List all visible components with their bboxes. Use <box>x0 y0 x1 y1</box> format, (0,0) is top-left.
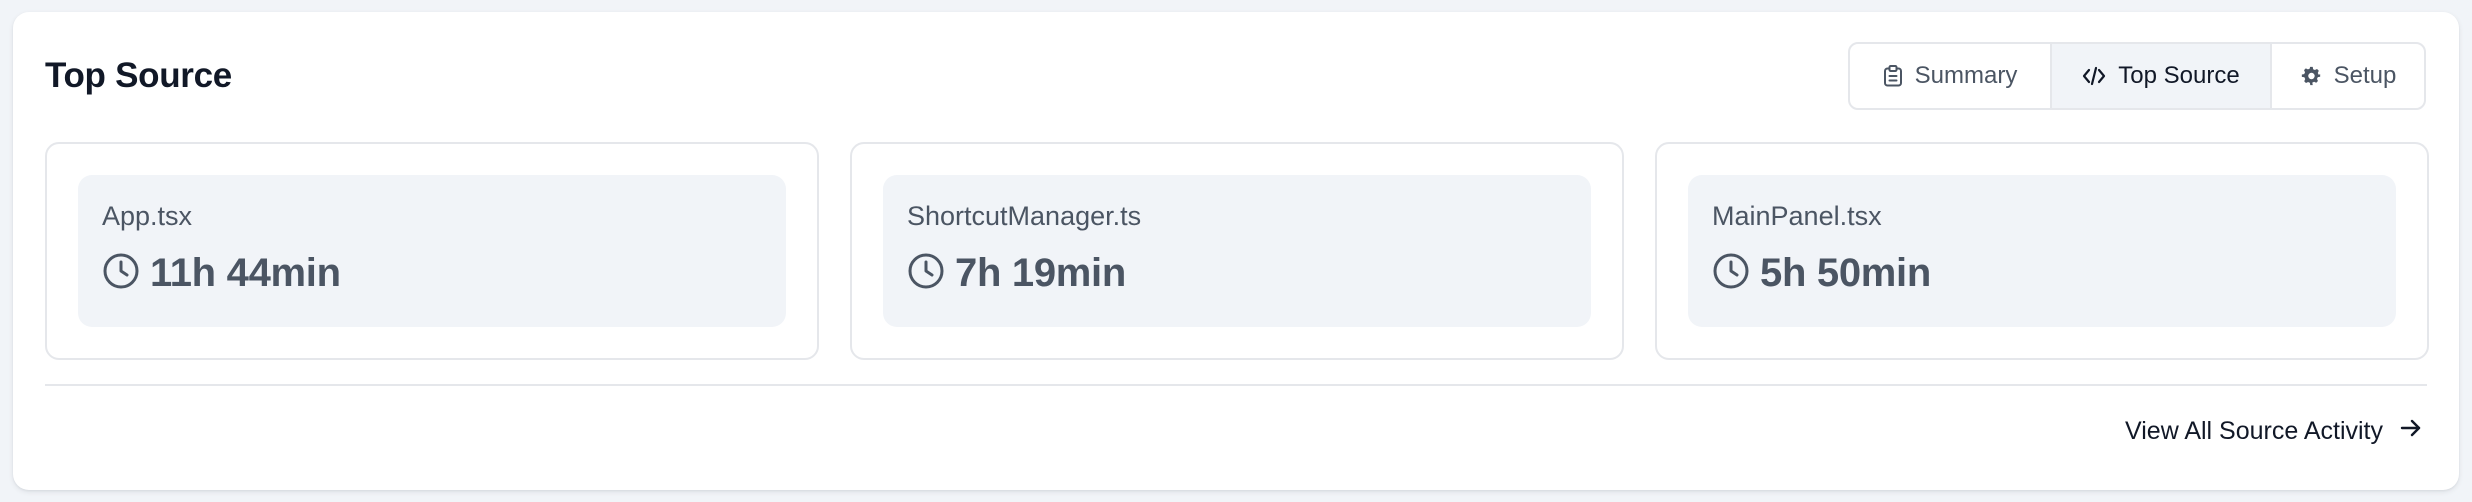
view-all-source-activity-link[interactable]: View All Source Activity <box>2125 417 2423 446</box>
arrow-right-icon <box>2399 417 2423 446</box>
source-duration-value: 5h 50min <box>1760 251 1931 295</box>
clipboard-icon <box>1883 65 1903 87</box>
source-duration: 5h 50min <box>1712 251 1931 296</box>
view-tabs: Summary Top Source Setup <box>1848 42 2426 110</box>
gear-icon <box>2300 65 2322 87</box>
tab-setup-label: Setup <box>2333 62 2397 89</box>
view-all-label: View All Source Activity <box>2125 417 2383 445</box>
tab-summary-label: Summary <box>1914 62 2018 89</box>
tab-summary[interactable]: Summary <box>1850 44 2050 108</box>
code-icon <box>2082 66 2106 86</box>
top-source-panel: Top Source Summary Top Source Setup App.… <box>13 12 2459 490</box>
clock-icon <box>907 252 945 295</box>
source-card[interactable]: ShortcutManager.ts 7h 19min <box>850 142 1624 360</box>
panel-title: Top Source <box>45 56 232 95</box>
source-card-body: App.tsx 11h 44min <box>78 175 786 327</box>
tab-setup[interactable]: Setup <box>2270 44 2424 108</box>
clock-icon <box>1712 252 1750 295</box>
tab-top-source-label: Top Source <box>2118 62 2240 89</box>
source-duration-value: 7h 19min <box>955 251 1126 295</box>
source-cards: App.tsx 11h 44min ShortcutManager.ts 7h … <box>45 142 2429 360</box>
source-duration: 11h 44min <box>102 251 341 296</box>
source-card[interactable]: MainPanel.tsx 5h 50min <box>1655 142 2429 360</box>
tab-top-source[interactable]: Top Source <box>2050 44 2270 108</box>
source-duration: 7h 19min <box>907 251 1126 296</box>
source-file-name: MainPanel.tsx <box>1712 201 1882 231</box>
source-card-body: ShortcutManager.ts 7h 19min <box>883 175 1591 327</box>
source-file-name: App.tsx <box>102 201 193 231</box>
clock-icon <box>102 252 140 295</box>
source-duration-value: 11h 44min <box>150 251 341 295</box>
source-card-body: MainPanel.tsx 5h 50min <box>1688 175 2396 327</box>
source-file-name: ShortcutManager.ts <box>907 201 1142 231</box>
footer-divider <box>45 384 2427 386</box>
source-card[interactable]: App.tsx 11h 44min <box>45 142 819 360</box>
